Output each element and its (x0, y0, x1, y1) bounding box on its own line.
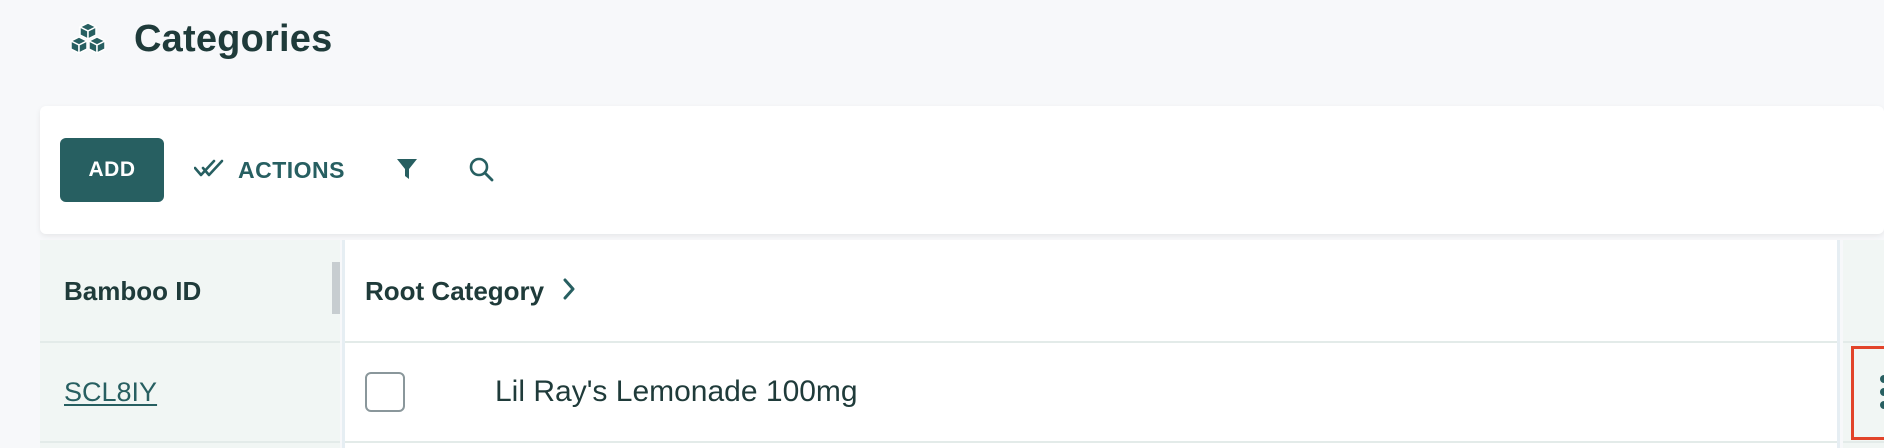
row-divider (1843, 341, 1884, 343)
chevron-right-icon (562, 276, 576, 307)
bamboo-id-header: Bamboo ID (64, 275, 202, 306)
filter-icon (396, 157, 418, 184)
bamboo-id-column: Bamboo ID SCL8IY (40, 240, 340, 448)
row-menu-button[interactable] (1851, 346, 1884, 440)
filter-button[interactable] (387, 150, 427, 190)
row-divider (345, 441, 1837, 443)
page-title: Categories (134, 17, 333, 60)
actions-button[interactable]: ACTIONS (193, 156, 345, 184)
row-checkbox[interactable] (365, 372, 405, 412)
root-category-column: Root Category Lil Ray's Lemonade 100mg (342, 240, 1840, 448)
double-check-icon (193, 157, 226, 184)
column-resize-handle[interactable] (332, 262, 340, 314)
row-divider (40, 441, 340, 443)
search-icon (468, 156, 494, 185)
bamboo-id-link[interactable]: SCL8IY (64, 343, 157, 441)
row-actions-column (1843, 240, 1884, 448)
actions-label: ACTIONS (238, 156, 345, 183)
more-vertical-icon (1879, 374, 1884, 413)
search-button[interactable] (461, 150, 501, 190)
root-category-header[interactable]: Root Category (365, 240, 576, 342)
page: Categories ADD ACTIONS Bamboo ID SCL8IY … (0, 0, 1884, 448)
row-divider (1843, 441, 1884, 443)
add-button[interactable]: ADD (60, 138, 164, 202)
category-name: Lil Ray's Lemonade 100mg (495, 375, 858, 408)
categories-table: Bamboo ID SCL8IY Root Category Lil Ray's… (40, 240, 1884, 448)
toolbar: ADD ACTIONS (40, 106, 1884, 234)
root-category-label: Root Category (365, 275, 545, 306)
cubes-icon (68, 19, 108, 59)
page-header: Categories (68, 14, 332, 64)
